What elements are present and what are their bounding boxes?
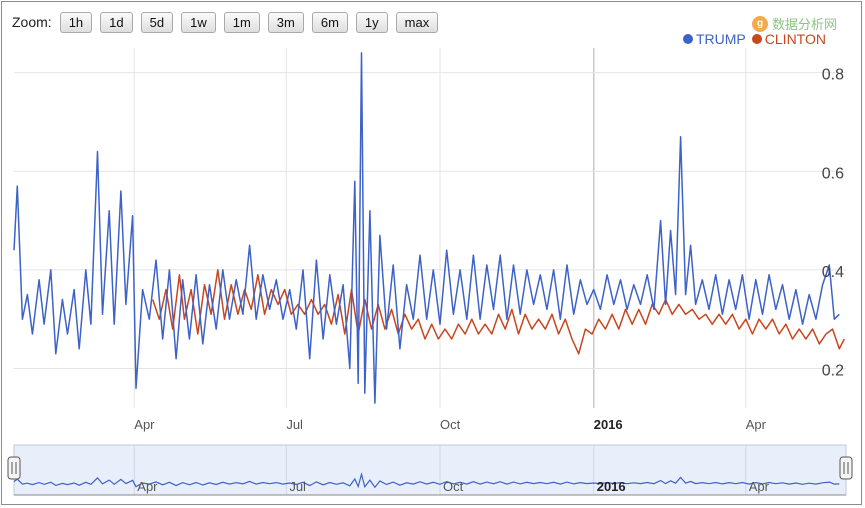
y-axis-labels: 0.2 0.4 0.6 0.8 [822, 67, 844, 380]
legend-dot-trump [683, 34, 693, 44]
x-tick-label: 2016 [594, 417, 623, 432]
chart-svg: 0.2 0.4 0.6 0.8 Apr Jul Oct 2016 Apr Apr Jul Oct 2… [7, 48, 853, 496]
x-tick-label: Oct [440, 417, 461, 432]
y-tick-label: 0.2 [822, 363, 844, 380]
series-layer [13, 52, 845, 404]
legend: TRUMP CLINTON [683, 31, 832, 47]
navigator-label: Oct [443, 479, 464, 494]
legend-item-clinton[interactable]: CLINTON [751, 31, 826, 47]
navigator-handle-left[interactable] [7, 456, 21, 480]
x-tick-label: Apr [746, 417, 767, 432]
legend-dot-clinton [751, 34, 762, 44]
legend-item-trump[interactable]: TRUMP [683, 31, 746, 47]
navigator-handle-right[interactable] [839, 456, 853, 480]
y-tick-label: 0.8 [822, 67, 844, 84]
series-line-trump [13, 52, 840, 404]
navigator-label: 2016 [597, 479, 626, 494]
x-axis-labels: Apr Jul Oct 2016 Apr [134, 417, 766, 432]
navigator-label: Apr [749, 479, 770, 494]
x-tick-label: Jul [286, 417, 303, 432]
navigator: Apr Jul Oct 2016 Apr [7, 444, 853, 496]
navigator-label: Apr [137, 479, 158, 494]
legend-label-trump: TRUMP [696, 31, 746, 47]
legend-label-clinton: CLINTON [764, 31, 826, 47]
x-tick-label: Apr [134, 417, 155, 432]
navigator-label: Jul [289, 479, 306, 494]
vertical-gridlines [133, 48, 747, 408]
y-tick-label: 0.6 [822, 165, 844, 182]
y-tick-label: 0.4 [822, 264, 844, 281]
horizontal-gridlines [14, 72, 846, 370]
